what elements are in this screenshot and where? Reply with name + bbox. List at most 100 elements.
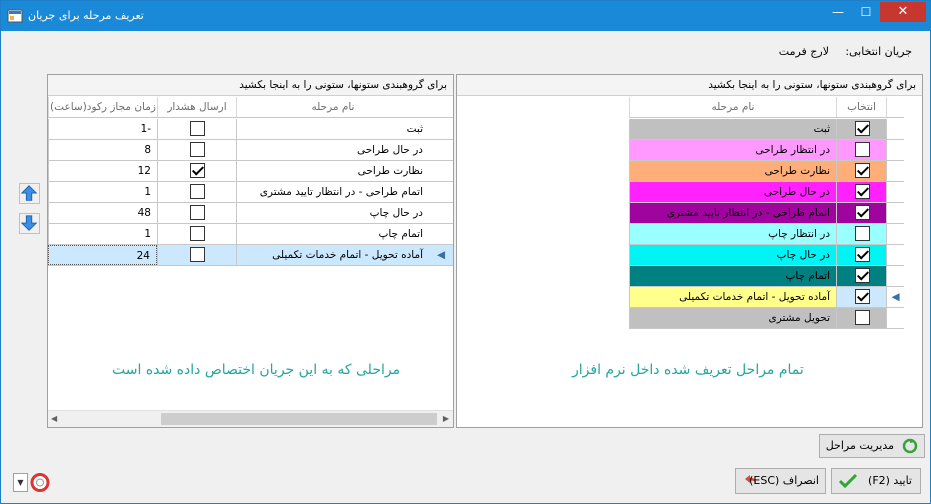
manage-stages-button[interactable]: مدیریت مراحل [819,434,925,458]
column-send-alert[interactable]: ارسال هشدار [157,97,236,117]
select-cell[interactable] [836,140,886,160]
select-cell[interactable] [836,224,886,244]
send-alert-checkbox[interactable] [190,142,205,157]
table-row[interactable]: در انتظار طراحی [629,140,904,161]
row-header[interactable] [429,140,453,160]
select-cell[interactable] [836,203,886,223]
stage-name-cell[interactable]: اتمام طراحی - در انتظار تایید مشتری [236,182,429,202]
stage-name-cell[interactable]: آماده تحویل - اتمام خدمات تکمیلی [629,287,836,307]
table-row[interactable]: اتمام چاپ [629,266,904,287]
scroll-right-icon[interactable]: ▶ [443,414,449,423]
lifebuoy-icon[interactable] [29,472,51,493]
minimize-button[interactable]: — [824,2,852,22]
table-row[interactable]: 48 در حال چاپ [48,203,453,224]
row-header[interactable] [429,203,453,223]
column-stage-name[interactable]: نام مرحله [629,97,836,117]
table-row[interactable]: ثبت [629,119,904,140]
send-alert-checkbox[interactable] [190,205,205,220]
stage-name-cell[interactable]: در انتظار طراحی [629,140,836,160]
table-row[interactable]: 1 اتمام چاپ [48,224,453,245]
select-cell[interactable] [836,182,886,202]
send-alert-cell[interactable] [157,203,236,223]
select-checkbox[interactable] [854,163,870,178]
scroll-left-icon[interactable]: ◀ [51,414,57,423]
confirm-button[interactable]: تایید (F2) [831,468,921,494]
move-down-button[interactable] [19,213,40,234]
current-row-arrow-icon[interactable]: ◀ [886,287,904,307]
stage-name-cell[interactable]: نظارت طراحی [236,161,429,181]
send-alert-checkbox[interactable] [190,121,205,136]
send-alert-checkbox[interactable] [190,226,205,241]
table-row[interactable]: 12 نظارت طراحی [48,161,453,182]
row-header[interactable] [886,161,904,181]
stage-name-cell[interactable]: ثبت [629,119,836,139]
send-alert-cell[interactable] [157,140,236,160]
allowed-time-cell[interactable]: 1 [48,182,157,202]
row-header[interactable] [886,224,904,244]
stage-name-cell[interactable]: نظارت طراحی [629,161,836,181]
table-row[interactable]: نظارت طراحی [629,161,904,182]
row-header[interactable] [429,182,453,202]
close-button[interactable]: ✕ [880,2,926,22]
table-row[interactable]: در حال چاپ [629,245,904,266]
stage-name-cell[interactable]: در حال طراحی [236,140,429,160]
select-cell[interactable] [836,119,886,139]
table-row[interactable]: در حال طراحی [629,182,904,203]
assigned-stages-grid[interactable]: برای گروهبندی ستونها، ستونی را به اینجا … [47,74,454,428]
select-checkbox[interactable] [854,289,870,304]
send-alert-checkbox[interactable] [190,163,205,178]
current-row-arrow-icon[interactable]: ◀ [429,245,453,265]
allowed-time-cell[interactable]: 8 [48,140,157,160]
horizontal-scrollbar[interactable]: ◀ ▶ [48,410,453,427]
select-cell[interactable] [836,266,886,286]
column-allowed-time[interactable]: زمان مجاز رکود(ساعت) [48,97,157,117]
send-alert-cell[interactable] [157,224,236,244]
column-select[interactable]: انتخاب [836,97,886,117]
allowed-time-cell[interactable]: 1- [48,119,157,139]
scroll-thumb[interactable] [161,413,437,425]
table-row[interactable]: تحویل مشتری [629,308,904,329]
stage-name-cell[interactable]: تحویل مشتری [629,308,836,328]
table-row[interactable]: 1- ثبت [48,119,453,140]
select-checkbox[interactable] [854,184,870,199]
maximize-button[interactable]: ☐ [852,2,880,22]
stage-name-cell[interactable]: در حال چاپ [236,203,429,223]
move-up-button[interactable] [19,183,40,204]
title-bar[interactable]: تعریف مرحله برای جریان — ☐ ✕ [1,1,930,31]
send-alert-cell[interactable] [157,119,236,139]
row-header[interactable] [429,224,453,244]
group-by-hint[interactable]: برای گروهبندی ستونها، ستونی را به اینجا … [48,75,453,96]
row-header[interactable] [886,182,904,202]
select-cell[interactable] [836,308,886,328]
stage-name-cell[interactable]: اتمام طراحی - در انتظار تایید مشتری [629,203,836,223]
row-header[interactable] [429,119,453,139]
row-header[interactable] [429,161,453,181]
stage-name-cell[interactable]: آماده تحویل - اتمام خدمات تکمیلی [236,245,429,265]
send-alert-cell[interactable] [157,161,236,181]
select-checkbox[interactable] [854,268,870,283]
allowed-time-cell[interactable]: 12 [48,161,157,181]
row-header[interactable] [886,119,904,139]
row-header[interactable] [886,308,904,328]
all-stages-grid[interactable]: برای گروهبندی ستونها، ستونی را به اینجا … [456,74,923,428]
select-cell[interactable] [836,287,886,307]
cancel-button[interactable]: انصراف (ESC) [735,468,826,494]
allowed-time-cell[interactable]: 48 [48,203,157,223]
row-header[interactable] [886,245,904,265]
group-by-hint[interactable]: برای گروهبندی ستونها، ستونی را به اینجا … [457,75,922,96]
select-checkbox[interactable] [854,205,870,220]
allowed-time-cell[interactable]: 24 [48,245,157,265]
select-cell[interactable] [836,161,886,181]
table-row[interactable]: اتمام طراحی - در انتظار تایید مشتری [629,203,904,224]
select-checkbox[interactable] [854,142,870,157]
stage-name-cell[interactable]: در حال چاپ [629,245,836,265]
send-alert-cell[interactable] [157,182,236,202]
table-row[interactable]: آماده تحویل - اتمام خدمات تکمیلی ◀ [629,287,904,308]
stage-name-cell[interactable]: اتمام چاپ [236,224,429,244]
table-row[interactable]: 1 اتمام طراحی - در انتظار تایید مشتری [48,182,453,203]
select-checkbox[interactable] [854,226,870,241]
table-row[interactable]: 8 در حال طراحی [48,140,453,161]
table-row[interactable]: 24 آماده تحویل - اتمام خدمات تکمیلی ◀ [48,245,453,266]
send-alert-checkbox[interactable] [190,184,205,199]
send-alert-checkbox[interactable] [190,247,205,262]
